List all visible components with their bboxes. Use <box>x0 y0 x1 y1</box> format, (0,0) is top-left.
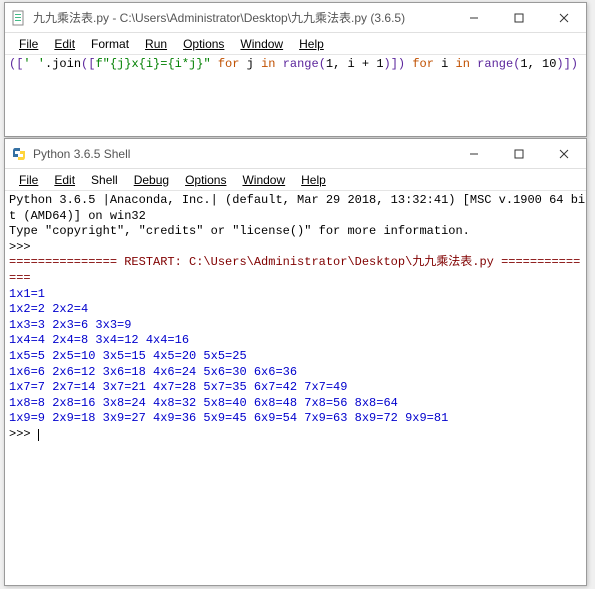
idle-shell-window: Python 3.6.5 Shell File Edit Shell Debug… <box>4 138 587 586</box>
menu-edit[interactable]: Edit <box>46 171 83 189</box>
python-file-icon <box>11 10 27 26</box>
editor-title: 九九乘法表.py - C:\Users\Administrator\Deskto… <box>33 9 451 26</box>
maximize-button[interactable] <box>496 139 541 168</box>
shell-prompt: >>> <box>9 427 38 441</box>
menu-file[interactable]: File <box>11 171 46 189</box>
restart-line: === <box>9 271 31 285</box>
output-line: 1x3=3 2x3=6 3x3=9 <box>9 318 131 332</box>
restart-line: =============== RESTART: C:\Users\Admini… <box>9 255 580 269</box>
menu-debug[interactable]: Debug <box>126 171 177 189</box>
text-cursor <box>38 429 39 441</box>
output-line: 1x1=1 <box>9 287 45 301</box>
output-line: 1x6=6 2x6=12 3x6=18 4x6=24 5x6=30 6x6=36 <box>9 365 297 379</box>
minimize-button[interactable] <box>451 3 496 32</box>
shell-window-controls <box>451 139 586 168</box>
maximize-button[interactable] <box>496 3 541 32</box>
editor-menubar: File Edit Format Run Options Window Help <box>5 33 586 55</box>
close-button[interactable] <box>541 3 586 32</box>
shell-prompt: >>> <box>9 240 38 254</box>
menu-window[interactable]: Window <box>234 171 293 189</box>
minimize-button[interactable] <box>451 139 496 168</box>
menu-options[interactable]: Options <box>177 171 234 189</box>
menu-help[interactable]: Help <box>291 35 332 53</box>
idle-editor-window: 九九乘法表.py - C:\Users\Administrator\Deskto… <box>4 2 587 137</box>
menu-window[interactable]: Window <box>232 35 291 53</box>
banner-line: Python 3.6.5 |Anaconda, Inc.| (default, … <box>9 193 585 207</box>
shell-titlebar[interactable]: Python 3.6.5 Shell <box>5 139 586 169</box>
output-line: 1x9=9 2x9=18 3x9=27 4x9=36 5x9=45 6x9=54… <box>9 411 448 425</box>
output-line: 1x5=5 2x5=10 3x5=15 4x5=20 5x5=25 <box>9 349 247 363</box>
close-button[interactable] <box>541 139 586 168</box>
menu-options[interactable]: Options <box>175 35 232 53</box>
code-editor-area[interactable]: ([' '.join([f"{j}x{i}={i*j}" for j in ra… <box>5 55 586 75</box>
output-line: 1x2=2 2x2=4 <box>9 302 88 316</box>
output-line: 1x8=8 2x8=16 3x8=24 4x8=32 5x8=40 6x8=48… <box>9 396 398 410</box>
shell-title: Python 3.6.5 Shell <box>33 147 451 161</box>
shell-output-area[interactable]: Python 3.6.5 |Anaconda, Inc.| (default, … <box>5 191 586 445</box>
banner-line: Type "copyright", "credits" or "license(… <box>9 224 470 238</box>
shell-menubar: File Edit Shell Debug Options Window Hel… <box>5 169 586 191</box>
python-icon <box>11 146 27 162</box>
menu-shell[interactable]: Shell <box>83 171 126 189</box>
output-line: 1x7=7 2x7=14 3x7=21 4x7=28 5x7=35 6x7=42… <box>9 380 347 394</box>
editor-titlebar[interactable]: 九九乘法表.py - C:\Users\Administrator\Deskto… <box>5 3 586 33</box>
menu-help[interactable]: Help <box>293 171 334 189</box>
editor-window-controls <box>451 3 586 32</box>
output-line: 1x4=4 2x4=8 3x4=12 4x4=16 <box>9 333 189 347</box>
menu-edit[interactable]: Edit <box>46 35 83 53</box>
menu-run[interactable]: Run <box>137 35 175 53</box>
menu-file[interactable]: File <box>11 35 46 53</box>
menu-format[interactable]: Format <box>83 35 137 53</box>
banner-line: t (AMD64)] on win32 <box>9 209 146 223</box>
